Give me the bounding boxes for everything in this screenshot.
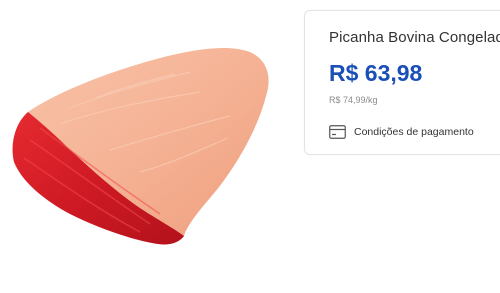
- payment-conditions-link[interactable]: Condições de pagamento: [329, 124, 474, 140]
- product-page: Picanha Bovina Congelada R$ 63,98 R$ 74,…: [0, 0, 500, 293]
- credit-card-icon: [329, 125, 346, 139]
- payment-conditions-label: Condições de pagamento: [354, 126, 474, 138]
- product-name[interactable]: Picanha Bovina Congelada: [329, 29, 500, 46]
- unit-price: R$ 74,99/kg: [329, 95, 378, 105]
- product-card: Picanha Bovina Congelada R$ 63,98 R$ 74,…: [304, 10, 500, 155]
- product-price: R$ 63,98: [329, 60, 423, 86]
- product-image: [12, 47, 269, 245]
